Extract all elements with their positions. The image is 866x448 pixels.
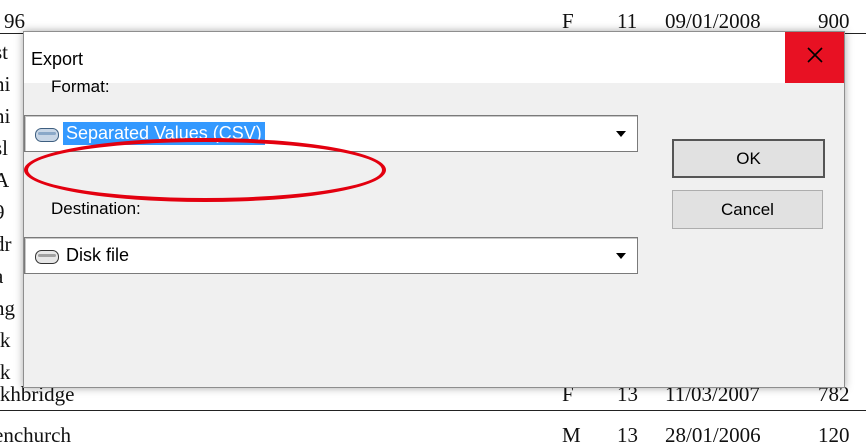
report-cell: A bbox=[0, 168, 10, 192]
report-cell: sl bbox=[0, 136, 9, 160]
report-cell: st bbox=[0, 40, 9, 64]
report-cell: ni bbox=[0, 104, 11, 128]
report-cell: ni bbox=[0, 72, 11, 96]
dialog-title: Export bbox=[31, 49, 84, 69]
report-rule bbox=[0, 410, 866, 411]
report-row: 96 F 11 09/01/2008 900 bbox=[0, 9, 866, 33]
chevron-down-icon[interactable] bbox=[604, 116, 637, 151]
report-row: enchurch M 13 28/01/2006 120 bbox=[0, 423, 866, 447]
dialog-titlebar[interactable]: Export bbox=[24, 32, 844, 83]
report-cell: ng bbox=[0, 296, 15, 320]
close-x-icon bbox=[806, 47, 823, 68]
destination-dropdown[interactable]: Disk file bbox=[24, 237, 638, 274]
red-highlight-ellipse bbox=[24, 138, 386, 202]
report-cell: tk bbox=[0, 328, 11, 352]
chevron-down-icon[interactable] bbox=[604, 238, 637, 273]
report-cell: a bbox=[0, 264, 3, 289]
close-button[interactable] bbox=[785, 32, 844, 83]
export-dialog: Export Format: Separated Values (CSV) De… bbox=[23, 31, 845, 388]
disk-drive-icon bbox=[35, 127, 59, 147]
report-cell: 96 bbox=[4, 9, 25, 33]
format-label: Format: bbox=[51, 77, 110, 96]
cancel-button[interactable]: Cancel bbox=[672, 190, 823, 229]
destination-selected-value: Disk file bbox=[66, 245, 130, 265]
report-cell: dr bbox=[0, 232, 12, 256]
ok-button[interactable]: OK bbox=[672, 139, 825, 178]
disk-drive-icon bbox=[35, 249, 59, 269]
destination-label: Destination: bbox=[51, 199, 141, 218]
report-cell: 9 bbox=[0, 200, 5, 225]
